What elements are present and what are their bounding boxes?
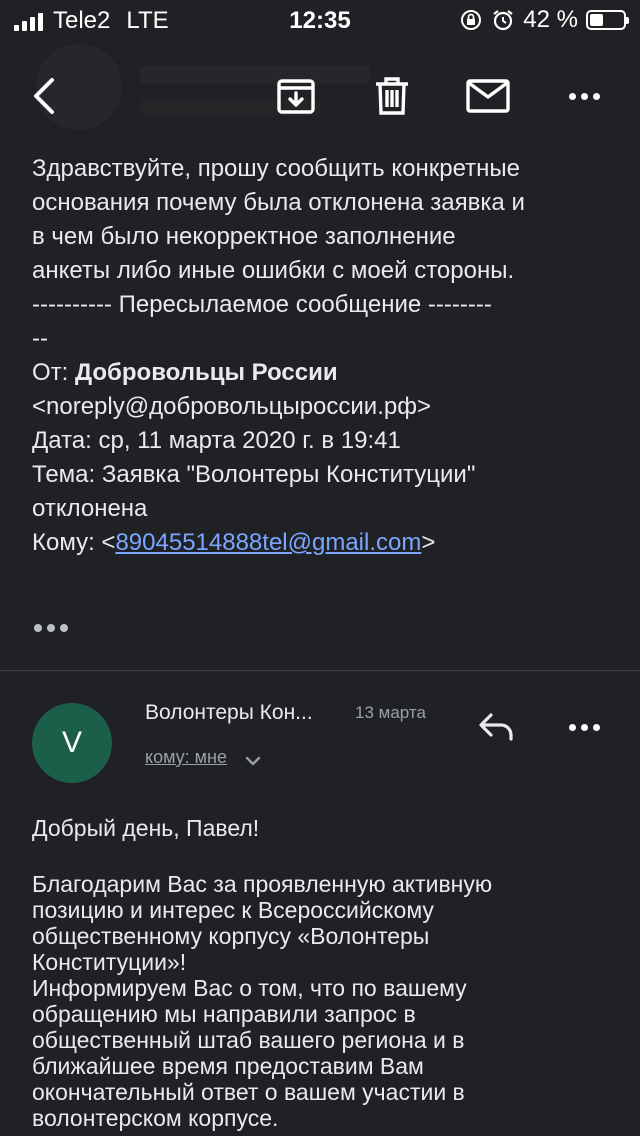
body-line: общественный штаб вашего региона и в [32,1027,465,1053]
body-line: основания почему была отклонена заявка и [32,189,525,216]
date-line: Дата: ср, 11 марта 2020 г. в 19:41 [32,427,401,454]
to-label: Кому: < [32,529,116,556]
mark-unread-button[interactable] [462,70,514,122]
battery-level [590,14,603,26]
recipient-details-toggle[interactable]: кому: мне [145,747,227,768]
archive-icon [277,79,315,114]
back-button[interactable] [18,70,70,122]
message-toolbar [0,40,640,152]
underlying-text-shadow [140,66,370,84]
avatar[interactable]: V [32,703,112,783]
message-date: 13 марта [355,703,426,722]
chevron-down-icon[interactable] [244,755,262,767]
chevron-left-icon [34,78,54,114]
to-close: > [421,529,436,556]
greeting: Добрый день, Павел! [32,815,260,841]
trash-icon [376,77,408,115]
from-label: От: [32,359,75,386]
body-line: Здравствуйте, прошу сообщить конкретные [32,155,520,182]
forwarded-header-cont: -- [32,325,48,352]
subject-line: Тема: Заявка "Волонтеры Конституции" [32,461,476,488]
body-line: Информируем Вас о том, что по вашему [32,975,467,1001]
body-line: общественному корпусу «Волонтеры [32,923,430,949]
more-horizontal-icon [568,723,600,731]
message-body-quoted: Здравствуйте, прошу сообщить конкретные … [32,152,612,560]
battery-percent: 42 % [523,6,578,33]
sender-name[interactable]: Волонтеры Кон... [145,701,313,725]
body-line: Конституции»! [32,949,187,975]
orientation-lock-icon [461,10,482,30]
show-trimmed-content-button[interactable] [34,624,68,632]
reply-icon [479,713,513,741]
alarm-icon [493,10,513,31]
body-line: ближайшее время предоставим Вам [32,1053,424,1079]
battery-icon [586,10,629,30]
body-line: волонтерском корпусе. [32,1105,279,1131]
body-line: в чем было некорректное заполнение [32,223,456,250]
to-email-link[interactable]: 89045514888tel@gmail.com [115,529,421,556]
more-horizontal-icon [568,92,600,100]
message-header: V Волонтеры Кон... 13 марта кому: мне [0,671,640,801]
message-more-button[interactable] [560,707,608,747]
status-bar: Tele2 LTE 12:35 42 % [0,0,640,40]
body-line: Благодарим Вас за проявленную активную [32,871,493,897]
body-line: обращению мы направили запрос в [32,1001,416,1027]
body-line: окончательный ответ о вашем участии в [32,1079,465,1105]
from-email: <noreply@добровольцыроссии.рф> [32,393,431,420]
body-line: анкеты либо иные ошибки с моей стороны. [32,257,515,284]
forwarded-header: ---------- Пересылаемое сообщение ------… [32,291,492,318]
archive-button[interactable] [270,70,322,122]
more-options-button[interactable] [558,70,610,122]
delete-button[interactable] [366,70,418,122]
subject-line-cont: отклонена [32,495,148,522]
body-line: позицию и интерес к Всероссийскому [32,897,434,923]
reply-button[interactable] [472,707,522,747]
message-body: Добрый день, Павел! Благодарим Вас за пр… [32,815,622,1131]
mail-icon [466,79,510,113]
from-name: Добровольцы России [75,359,338,386]
